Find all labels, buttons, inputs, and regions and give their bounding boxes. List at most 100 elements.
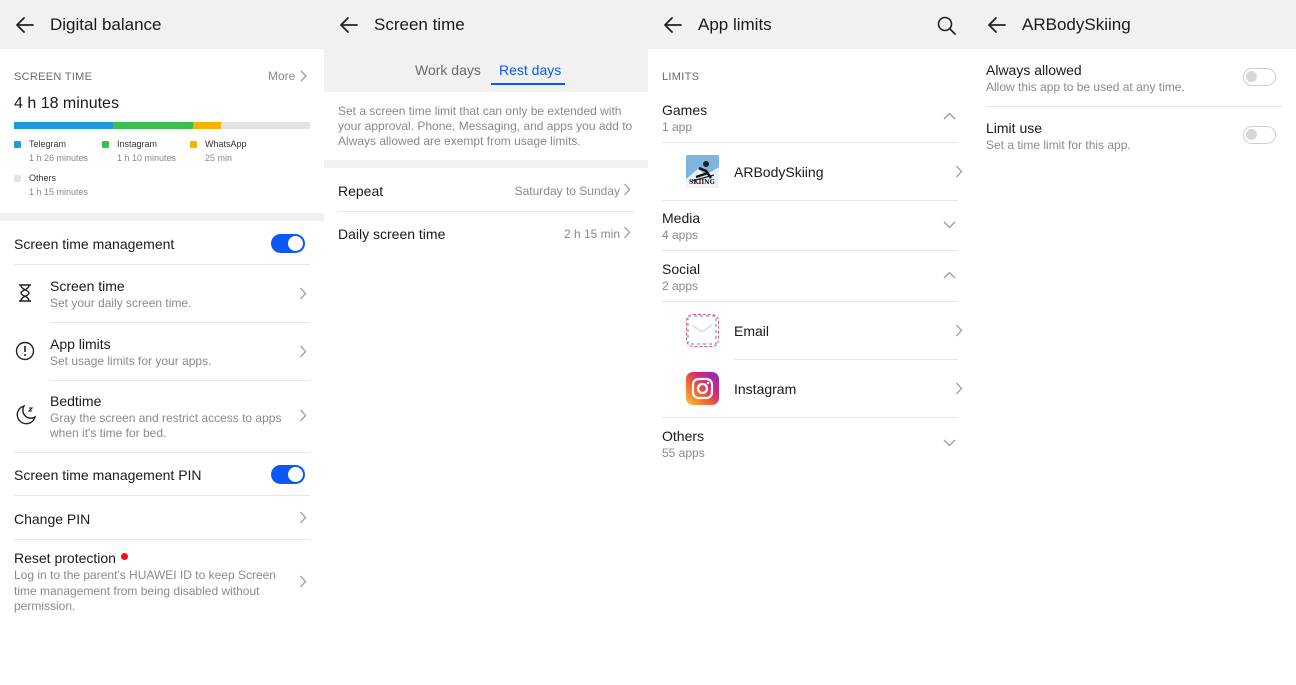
menu-item-sub: Set usage limits for your apps. <box>50 354 212 368</box>
usage-segment-whatsapp <box>192 122 222 129</box>
back-arrow-icon[interactable] <box>662 14 684 36</box>
header: Screen time <box>324 0 648 49</box>
usage-bar <box>14 122 310 129</box>
menu-item-label: Screen time <box>50 278 125 294</box>
app-name: ARBodySkiing <box>734 164 824 180</box>
total-screen-time: 4 h 18 minutes <box>14 95 119 112</box>
tab-bar <box>324 49 648 92</box>
group-others[interactable]: Others 55 apps <box>648 422 972 468</box>
chevron-up-icon <box>943 271 956 279</box>
active-tab-indicator <box>491 83 565 85</box>
reset-protection-sub: Log in to the parent's HUAWEI ID to keep… <box>14 568 276 613</box>
legend-time: 25 min <box>205 153 233 163</box>
group-count: 55 apps <box>662 446 705 460</box>
group-count: 2 apps <box>662 279 699 293</box>
page-title: Screen time <box>374 14 465 34</box>
repeat-value: Saturday to Sunday <box>514 184 620 198</box>
menu-item-app-limits[interactable]: App limits Set usage limits for your app… <box>0 323 324 380</box>
daily-screen-time-label: Daily screen time <box>338 226 446 242</box>
legend-time: 1 h 15 minutes <box>29 187 89 197</box>
notification-dot <box>121 553 128 560</box>
page-title: App limits <box>698 14 772 34</box>
repeat-label: Repeat <box>338 183 384 199</box>
whatsapp-color-dot <box>190 141 197 148</box>
group-games[interactable]: Games 1 app <box>648 96 972 142</box>
header: ARBodySkiing <box>972 0 1296 49</box>
group-name: Games <box>662 102 708 118</box>
tab-rest-days[interactable]: Rest days <box>499 62 561 78</box>
instagram-color-dot <box>102 141 109 148</box>
app-row-email[interactable]: Email <box>648 302 972 359</box>
section-divider <box>0 213 324 221</box>
daily-screen-time-item[interactable]: Daily screen time 2 h 15 min <box>324 212 648 255</box>
change-pin-item[interactable]: Change PIN <box>0 496 324 539</box>
menu-item-label: Bedtime <box>50 393 102 409</box>
chevron-right-icon <box>956 382 963 395</box>
app-detail-panel: ARBodySkiing Always allowed Allow this a… <box>972 0 1296 685</box>
limits-section-label: LIMITS <box>662 71 700 83</box>
legend-time: 1 h 26 minutes <box>29 153 89 163</box>
chevron-right-icon <box>624 183 631 196</box>
group-social[interactable]: Social 2 apps <box>648 255 972 301</box>
always-allowed-item[interactable]: Always allowed Allow this app to be used… <box>972 49 1296 106</box>
digital-balance-panel: Digital balance SCREEN TIME More 4 h 18 … <box>0 0 324 685</box>
moon-icon <box>16 404 37 425</box>
repeat-item[interactable]: Repeat Saturday to Sunday <box>324 168 648 211</box>
screen-time-description: Set a screen time limit that can only be… <box>338 104 633 148</box>
limit-use-toggle[interactable] <box>1243 126 1276 144</box>
tab-work-days[interactable]: Work days <box>415 62 481 78</box>
always-allowed-label: Always allowed <box>986 62 1082 78</box>
reset-protection-item[interactable]: Reset protection Log in to the parent's … <box>0 540 324 620</box>
header: App limits <box>648 0 972 49</box>
app-row-instagram[interactable]: Instagram <box>648 360 972 417</box>
limit-use-item[interactable]: Limit use Set a time limit for this app. <box>972 107 1296 164</box>
menu-item-bedtime[interactable]: Bedtime Gray the screen and restrict acc… <box>0 381 324 452</box>
group-media[interactable]: Media 4 apps <box>648 204 972 250</box>
chevron-right-icon <box>624 226 631 239</box>
chevron-down-icon <box>943 439 956 447</box>
menu-item-screen-time[interactable]: Screen time Set your daily screen time. <box>0 265 324 322</box>
hourglass-icon <box>19 284 31 302</box>
more-label: More <box>268 69 296 83</box>
chevron-right-icon <box>300 70 308 82</box>
group-count: 4 apps <box>662 228 699 242</box>
legend-name: WhatsApp <box>205 139 247 149</box>
group-count: 1 app <box>662 120 693 134</box>
header: Digital balance <box>0 0 324 49</box>
app-limits-panel: App limits LIMITS Games 1 app SKIING ARB… <box>648 0 972 685</box>
legend-name: Instagram <box>117 139 158 149</box>
screen-time-management-label: Screen time management <box>14 236 175 252</box>
always-allowed-toggle[interactable] <box>1243 68 1276 86</box>
app-name: Instagram <box>734 381 797 397</box>
limit-use-label: Limit use <box>986 120 1043 136</box>
more-link[interactable]: More <box>268 69 308 83</box>
search-icon[interactable] <box>937 16 956 35</box>
menu-item-label: App limits <box>50 336 111 352</box>
pin-toggle[interactable] <box>271 465 305 484</box>
pin-label: Screen time management PIN <box>14 467 202 483</box>
chevron-right-icon <box>300 345 307 358</box>
chevron-right-icon <box>956 324 963 337</box>
menu-item-sub: Set your daily screen time. <box>50 296 192 310</box>
group-name: Social <box>662 261 701 277</box>
arbodyskiing-app-icon: SKIING <box>686 155 719 188</box>
legend-time: 1 h 10 minutes <box>117 153 177 163</box>
always-allowed-sub: Allow this app to be used at any time. <box>986 80 1185 94</box>
chevron-right-icon <box>300 511 307 524</box>
email-app-icon <box>686 314 719 347</box>
back-arrow-icon[interactable] <box>338 14 360 36</box>
legend-name: Telegram <box>29 139 67 149</box>
back-arrow-icon[interactable] <box>986 14 1008 36</box>
chevron-down-icon <box>943 221 956 229</box>
back-arrow-icon[interactable] <box>14 14 36 36</box>
group-name: Media <box>662 210 701 226</box>
chevron-right-icon <box>300 287 307 300</box>
screen-time-management-toggle[interactable] <box>271 234 305 253</box>
chevron-up-icon <box>943 112 956 120</box>
others-color-dot <box>14 175 21 182</box>
app-row-arbodyskiing[interactable]: SKIING ARBodySkiing <box>648 143 972 200</box>
section-divider <box>324 160 648 168</box>
instagram-app-icon <box>686 372 719 405</box>
page-title: ARBodySkiing <box>1022 14 1131 34</box>
legend-name: Others <box>29 173 57 183</box>
